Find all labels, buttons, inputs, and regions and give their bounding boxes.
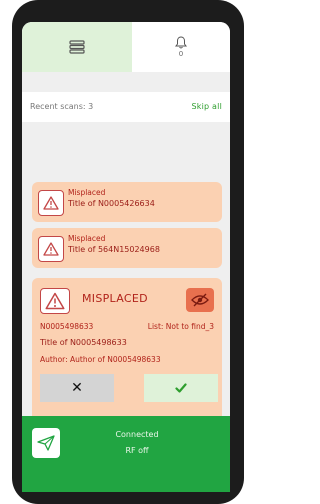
tab-notifications[interactable]: 0 [132, 22, 230, 72]
card-title: Title of N0005426634 [68, 199, 155, 208]
bell-icon [175, 36, 187, 49]
skip-all-button[interactable]: Skip all [191, 102, 222, 111]
scan-summary-bar: Recent scans: 3 Skip all [22, 92, 230, 122]
scan-card[interactable]: Misplaced Title of 564N15024968 [32, 228, 222, 268]
scan-card[interactable]: Misplaced Title of N0005426634 [32, 182, 222, 222]
card-status: Misplaced [68, 188, 106, 197]
check-icon [175, 383, 187, 393]
eye-off-icon [191, 293, 209, 307]
item-author: Author: Author of N0005498633 [40, 355, 161, 364]
card-status: Misplaced [68, 234, 106, 243]
item-title: Title of N0005498633 [40, 338, 127, 347]
tab-scan-list[interactable] [22, 22, 132, 72]
confirm-button[interactable] [144, 374, 218, 402]
status-footer: Connected RF off [22, 416, 230, 492]
card-title: Title of 564N15024968 [68, 245, 160, 254]
detail-status: MISPLACED [82, 292, 148, 305]
warning-icon [38, 190, 64, 216]
top-tab-bar: 0 [22, 22, 230, 72]
list-label: List: Not to find_3 [147, 322, 214, 331]
item-id: N0005498633 [40, 322, 94, 331]
hide-button[interactable] [186, 288, 214, 312]
rf-status: RF off [125, 446, 149, 455]
list-icon [69, 40, 85, 54]
app-screen: 0 Recent scans: 3 Skip all Misplaced Tit… [22, 22, 230, 492]
paper-plane-icon [37, 435, 55, 451]
notification-count: 0 [178, 50, 184, 58]
connection-status: Connected [115, 430, 159, 439]
reject-button[interactable]: ✕ [40, 374, 114, 402]
send-button[interactable] [32, 428, 60, 458]
warning-icon [40, 288, 70, 314]
recent-scans-label: Recent scans: 3 [30, 102, 94, 111]
scan-detail-card: MISPLACED N0005498633 List: Not to find_… [32, 278, 222, 426]
warning-icon [38, 236, 64, 262]
